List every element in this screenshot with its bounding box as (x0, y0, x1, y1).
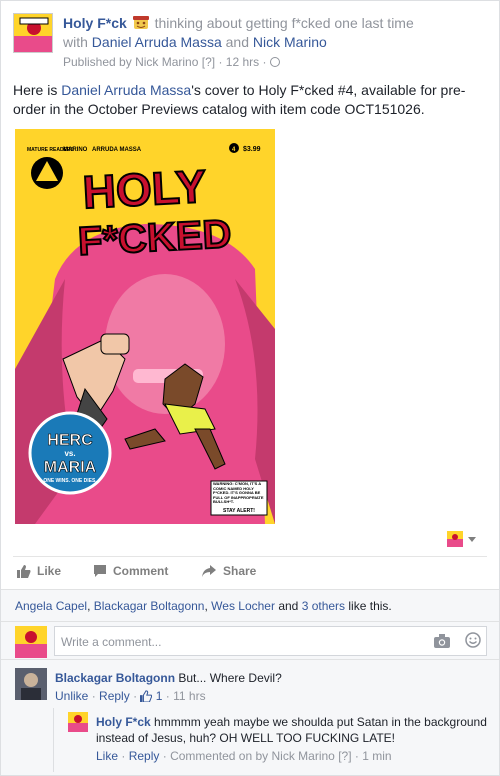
post-meta: Published by Nick Marino [?] · 12 hrs · (63, 54, 487, 70)
reply-meta: Like · Reply · Commented on by Nick Mari… (96, 749, 392, 763)
post-card: Holy F*ck thinking about getting f*cked … (0, 0, 500, 776)
reply-text: hmmmm yeah maybe we shoulda put Satan in… (96, 715, 487, 745)
reply-link[interactable]: Reply (99, 689, 130, 703)
comic-cover-image[interactable]: MATURE READERS MARINO ARRUDA MASSA 4 $3.… (15, 129, 275, 524)
with-prefix: with (63, 34, 88, 50)
reply-item: Holy F*ck hmmmm yeah maybe we shoulda pu… (68, 712, 489, 768)
comment-input-placeholder: Write a comment... (61, 635, 162, 649)
like-label: Like (37, 564, 62, 578)
publisher-link[interactable]: Nick Marino (135, 55, 198, 69)
cover-warning-box: WARNING: C'MON, IT'S A COMIC NAMED HOLY … (210, 480, 268, 516)
post-timestamp[interactable]: 12 hrs (226, 55, 259, 69)
post-header: Holy F*ck thinking about getting f*cked … (13, 13, 487, 73)
badge-line-3: MARIA (44, 459, 97, 476)
thumbs-up-icon (17, 565, 31, 578)
commenter-name[interactable]: Nick Marino (271, 749, 334, 763)
badge-line-1: HERC (47, 432, 93, 449)
comment-icon (94, 565, 106, 577)
comment-item: Blackagar Boltagonn But... Where Devil? … (15, 668, 487, 708)
globe-icon[interactable] (269, 57, 280, 67)
like-button[interactable]: Like (17, 564, 61, 578)
likes-suffix: like this. (348, 599, 392, 613)
page-name-link[interactable]: Holy F*ck (63, 15, 127, 31)
comment-label: Comment (113, 564, 169, 578)
cover-author-2: ARRUDA MASSA (92, 147, 142, 153)
post-as-selector[interactable] (447, 531, 477, 547)
cover-warning-footer: STAY ALERT! (223, 508, 255, 514)
feeling-emoticon-icon (132, 15, 149, 31)
badge-line-2: vs. (64, 449, 75, 458)
comment-input[interactable]: Write a comment... (54, 626, 487, 656)
emoji-icon[interactable] (465, 632, 481, 648)
comment-like-count[interactable]: 1 (156, 689, 163, 703)
thumbs-up-icon (140, 690, 153, 703)
reply-author-link[interactable]: Holy F*ck (96, 715, 151, 729)
post-header-text: Holy F*ck thinking about getting f*cked … (63, 14, 487, 70)
share-arrow-icon (202, 565, 216, 577)
cover-title-line-1: HOLY (81, 160, 207, 218)
post-body: Here is Daniel Arruda Massa's cover to H… (13, 81, 487, 119)
commenter-badge[interactable]: [?] (338, 749, 351, 763)
published-by-prefix: Published by (63, 55, 132, 69)
liker-link[interactable]: Blackagar Boltagonn (94, 599, 205, 613)
reply-like-link[interactable]: Like (96, 749, 118, 763)
post-text-mention[interactable]: Daniel Arruda Massa (61, 82, 191, 98)
composer-icons (433, 632, 481, 651)
commented-on-by-prefix: Commented on by (170, 749, 269, 763)
badge-tagline: ONE WINS. ONE DIES. (43, 478, 97, 484)
commenter-avatar[interactable] (15, 668, 47, 700)
cover-versus-badge: HERC vs. MARIA ONE WINS. ONE DIES. (28, 411, 112, 495)
cover-price: $3.99 (243, 146, 261, 153)
reply-reply-link[interactable]: Reply (129, 749, 160, 763)
reply-body: Holy F*ck hmmmm yeah maybe we shoulda pu… (96, 714, 489, 764)
comment-meta: Unlike · Reply · 1 · 11 hrs (55, 689, 206, 703)
tagged-person-link[interactable]: Nick Marino (253, 34, 327, 50)
camera-icon[interactable] (433, 634, 450, 648)
likes-summary: Angela Capel, Blackagar Boltagonn, Wes L… (1, 589, 499, 621)
comment-body: Blackagar Boltagonn But... Where Devil? … (55, 670, 282, 704)
tagged-person-link[interactable]: Daniel Arruda Massa (92, 34, 222, 50)
post-action-bar: Like Comment Share (13, 556, 487, 586)
comment-text: But... Where Devil? (178, 671, 282, 685)
and-word: and (225, 34, 249, 50)
reply-thread: Holy F*ck hmmmm yeah maybe we shoulda pu… (53, 708, 489, 772)
cover-warning-text: WARNING: C'MON, IT'S A COMIC NAMED HOLY … (213, 482, 264, 504)
likes-and-word: and (278, 599, 299, 613)
feeling-text: thinking about getting f*cked one last t… (154, 15, 414, 31)
reply-avatar[interactable] (68, 712, 88, 732)
page-avatar[interactable] (13, 13, 53, 53)
comment-time[interactable]: 11 hrs (173, 689, 205, 703)
cover-title-line-2: F*CKED (77, 212, 232, 264)
share-button[interactable]: Share (201, 564, 256, 578)
comment-button[interactable]: Comment (93, 564, 168, 578)
comment-author-link[interactable]: Blackagar Boltagonn (55, 671, 175, 685)
cover-author-1: MARINO (63, 147, 88, 153)
comments-section: Blackagar Boltagonn But... Where Devil? … (1, 659, 499, 775)
share-label: Share (223, 564, 257, 578)
unlike-link[interactable]: Unlike (55, 689, 88, 703)
liker-link[interactable]: Angela Capel (15, 599, 87, 613)
composer-avatar (15, 626, 47, 658)
publisher-badge[interactable]: [?] (202, 55, 215, 69)
liker-link[interactable]: Wes Locher (211, 599, 275, 613)
chevron-down-icon (468, 537, 476, 542)
reply-time[interactable]: 1 min (362, 749, 391, 763)
post-text-prefix: Here is (13, 82, 58, 98)
comment-composer: Write a comment... (1, 621, 499, 659)
likes-others-link[interactable]: 3 others (302, 599, 345, 613)
